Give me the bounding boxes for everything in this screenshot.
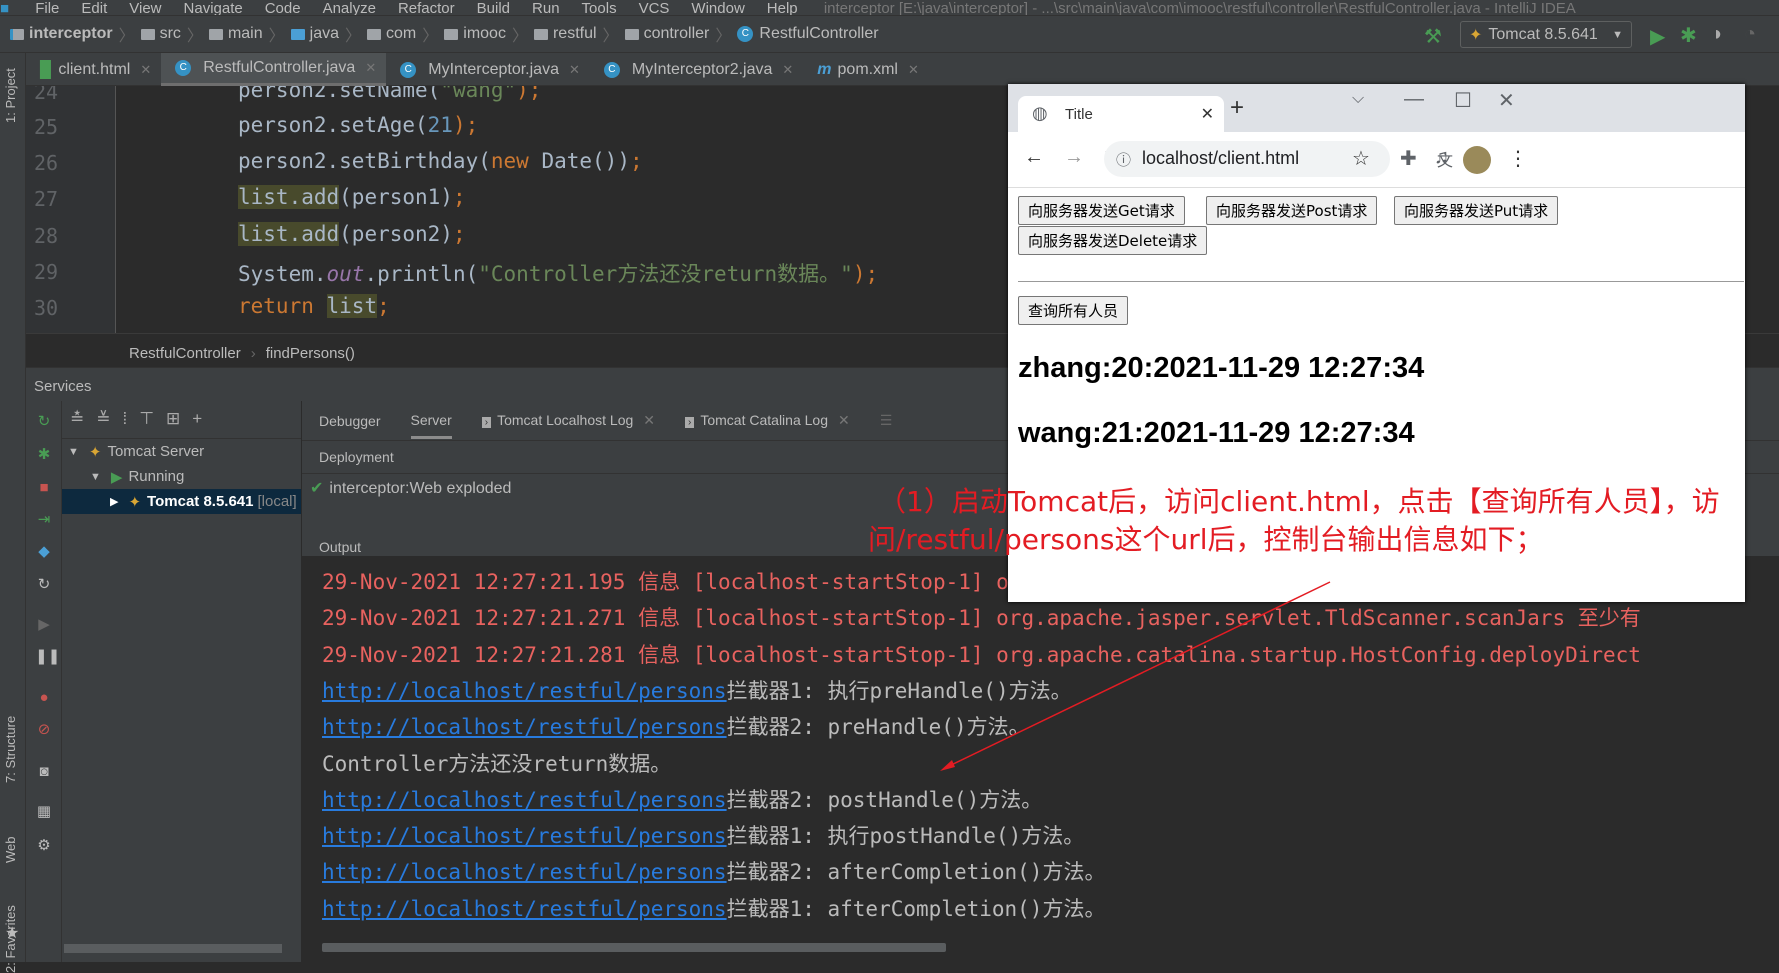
arrow-head bbox=[940, 760, 955, 771]
arrow-line bbox=[944, 581, 1331, 769]
annotation-arrow bbox=[940, 581, 1331, 771]
